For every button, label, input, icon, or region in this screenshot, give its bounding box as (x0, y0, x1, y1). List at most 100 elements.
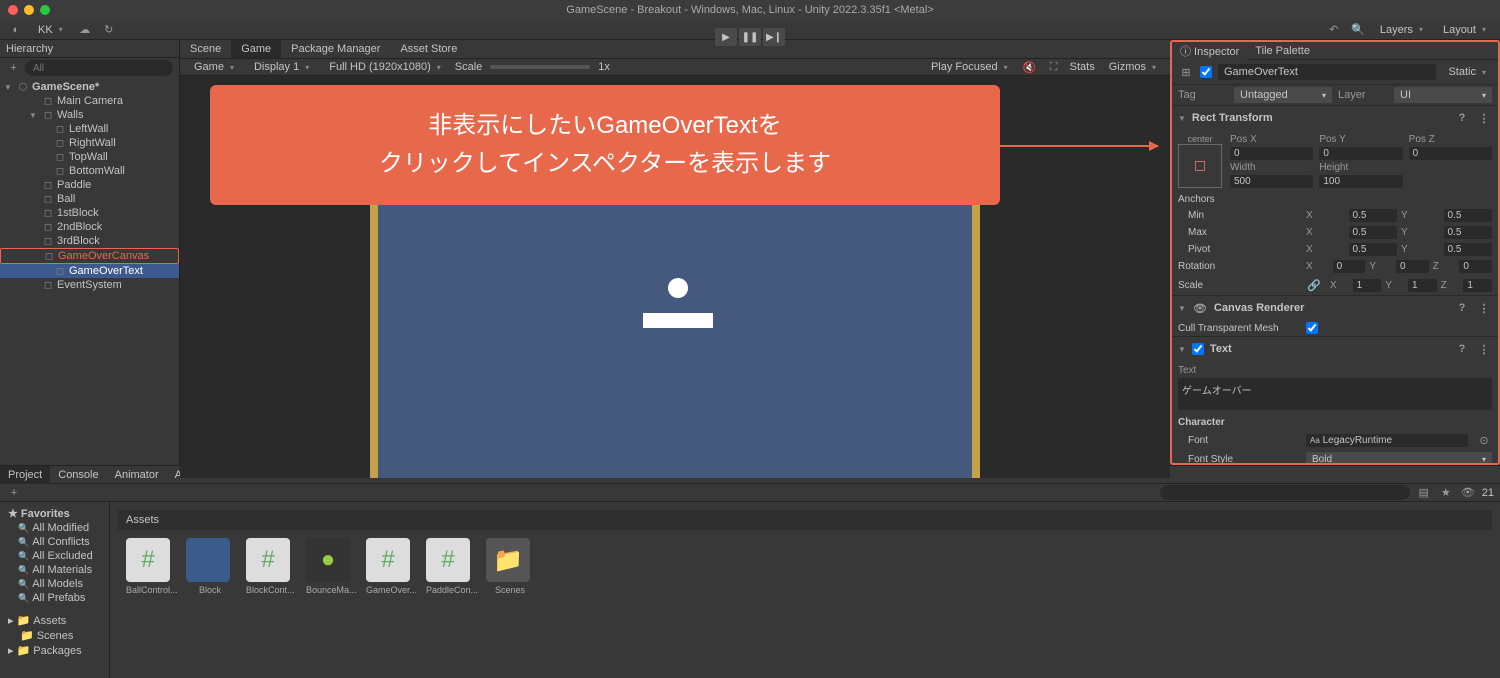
inspector-tab-tile-palette[interactable]: Tile Palette (1247, 42, 1318, 60)
hierarchy-item-main camera[interactable]: ◻Main Camera (0, 94, 179, 108)
collapse-arrow-icon[interactable]: ▼ (1178, 114, 1186, 123)
stats-button[interactable]: Stats (1070, 61, 1095, 73)
rot-z-input[interactable]: 0 (1459, 260, 1492, 273)
fontstyle-dropdown[interactable]: Bold (1306, 452, 1492, 465)
pivot-x-input[interactable]: 0.5 (1349, 243, 1398, 256)
tab-game[interactable]: Game (231, 40, 281, 58)
search-icon[interactable]: 🔍 (1350, 22, 1366, 38)
mute-icon[interactable]: 🔇 (1022, 59, 1038, 75)
hierarchy-item-rightwall[interactable]: ◻RightWall (0, 136, 179, 150)
scale-y-input[interactable]: 1 (1408, 279, 1437, 292)
hierarchy-item-gameovercanvas[interactable]: ◻GameOverCanvas (0, 248, 179, 264)
close-window-icon[interactable] (8, 5, 18, 15)
layers-dropdown[interactable]: Layers (1374, 22, 1429, 38)
scene-item[interactable]: ▼⬡GameScene* (0, 80, 179, 94)
minimize-window-icon[interactable] (24, 5, 34, 15)
hierarchy-item-topwall[interactable]: ◻TopWall (0, 150, 179, 164)
posx-input[interactable]: 0 (1230, 147, 1313, 160)
account-icon[interactable]: ◐ (8, 22, 24, 38)
step-button[interactable]: ▶❙ (763, 28, 785, 46)
scale-slider[interactable] (490, 65, 590, 69)
collapse-arrow-icon[interactable]: ▼ (1178, 304, 1186, 313)
cull-checkbox[interactable] (1306, 322, 1318, 334)
rot-y-input[interactable]: 0 (1396, 260, 1429, 273)
hierarchy-item-paddle[interactable]: ◻Paddle (0, 178, 179, 192)
anchor-preset-button[interactable] (1178, 144, 1222, 188)
cloud-icon[interactable]: ☁ (77, 22, 93, 38)
play-focused-dropdown[interactable]: Play Focused (925, 59, 1014, 75)
object-name-input[interactable] (1218, 64, 1436, 80)
assets-folder[interactable]: Assets (33, 615, 66, 627)
asset-bouncema[interactable]: ●BounceMa... (306, 538, 354, 595)
hierarchy-item-3rdblock[interactable]: ◻3rdBlock (0, 234, 179, 248)
hierarchy-item-eventsystem[interactable]: ◻EventSystem (0, 278, 179, 292)
tab-scene[interactable]: Scene (180, 40, 231, 58)
pause-button[interactable]: ❚❚ (739, 28, 761, 46)
filter-icon[interactable]: ▤ (1416, 485, 1432, 501)
tag-dropdown[interactable]: Untagged (1234, 87, 1332, 103)
posy-input[interactable]: 0 (1319, 147, 1402, 160)
tab-asset-store[interactable]: Asset Store (390, 40, 467, 58)
favorite-all-prefabs[interactable]: 🔍 All Prefabs (4, 591, 105, 605)
favorite-all-materials[interactable]: 🔍 All Materials (4, 563, 105, 577)
pivot-y-input[interactable]: 0.5 (1444, 243, 1493, 256)
link-icon[interactable]: 🔗 (1306, 277, 1322, 293)
text-value-input[interactable] (1178, 378, 1492, 410)
user-dropdown[interactable]: KK (32, 22, 69, 38)
min-y-input[interactable]: 0.5 (1444, 209, 1493, 222)
layout-dropdown[interactable]: Layout (1437, 22, 1492, 38)
project-tab-animator[interactable]: Animator (107, 466, 167, 484)
menu-icon[interactable]: ⋮ (1476, 341, 1492, 357)
visibility-icon[interactable]: 👁 (1460, 485, 1476, 501)
tab-package-manager[interactable]: Package Manager (281, 40, 390, 58)
hierarchy-item-leftwall[interactable]: ◻LeftWall (0, 122, 179, 136)
max-x-input[interactable]: 0.5 (1349, 226, 1398, 239)
static-dropdown[interactable]: Static (1442, 64, 1492, 80)
help-icon[interactable]: ? (1454, 110, 1470, 126)
packages-folder[interactable]: Packages (33, 645, 81, 657)
add-icon[interactable]: + (6, 60, 21, 76)
game-dropdown[interactable]: Game (188, 59, 240, 75)
font-field[interactable]: Aa LegacyRuntime (1306, 434, 1468, 447)
hierarchy-item-2ndblock[interactable]: ◻2ndBlock (0, 220, 179, 234)
height-input[interactable]: 100 (1319, 175, 1402, 188)
rot-x-input[interactable]: 0 (1333, 260, 1366, 273)
layer-dropdown[interactable]: UI (1394, 87, 1492, 103)
help-icon[interactable]: ? (1454, 341, 1470, 357)
display-dropdown[interactable]: Display 1 (248, 59, 315, 75)
active-checkbox[interactable] (1200, 66, 1212, 78)
hierarchy-item-walls[interactable]: ▼◻Walls (0, 108, 179, 122)
asset-ballcontrol[interactable]: #BallControl... (126, 538, 174, 595)
project-search-input[interactable] (1160, 485, 1410, 500)
project-tab-project[interactable]: Project (0, 466, 50, 484)
asset-block[interactable]: Block (186, 538, 234, 595)
menu-icon[interactable]: ⋮ (1476, 110, 1492, 126)
text-enabled-checkbox[interactable] (1192, 343, 1204, 355)
maximize-window-icon[interactable] (40, 5, 50, 15)
hierarchy-item-1stblock[interactable]: ◻1stBlock (0, 206, 179, 220)
favorite-icon[interactable]: ★ (1438, 485, 1454, 501)
hierarchy-item-bottomwall[interactable]: ◻BottomWall (0, 164, 179, 178)
help-icon[interactable]: ? (1454, 300, 1470, 316)
asset-paddlecon[interactable]: #PaddleCon... (426, 538, 474, 595)
favorite-all-excluded[interactable]: 🔍 All Excluded (4, 549, 105, 563)
posz-input[interactable]: 0 (1409, 147, 1492, 160)
collapse-arrow-icon[interactable]: ▼ (1178, 345, 1186, 354)
play-button[interactable]: ▶ (715, 28, 737, 46)
max-y-input[interactable]: 0.5 (1444, 226, 1493, 239)
hierarchy-item-gameovertext[interactable]: ◻GameOverText (0, 264, 179, 278)
gizmos-dropdown[interactable]: Gizmos (1103, 59, 1162, 75)
window-controls[interactable] (8, 5, 50, 15)
min-x-input[interactable]: 0.5 (1349, 209, 1398, 222)
inspector-tab-inspector[interactable]: ⓘ Inspector (1172, 40, 1247, 62)
scale-x-input[interactable]: 1 (1353, 279, 1382, 292)
project-tab-console[interactable]: Console (50, 466, 106, 484)
history-icon[interactable]: ↻ (101, 22, 117, 38)
resolution-dropdown[interactable]: Full HD (1920x1080) (323, 59, 447, 75)
maximize-icon[interactable]: ⛶ (1046, 59, 1062, 75)
undo-icon[interactable]: ↶ (1326, 22, 1342, 38)
favorites-label[interactable]: Favorites (21, 508, 70, 520)
scenes-folder[interactable]: Scenes (37, 630, 74, 642)
menu-icon[interactable]: ⋮ (1476, 300, 1492, 316)
width-input[interactable]: 500 (1230, 175, 1313, 188)
